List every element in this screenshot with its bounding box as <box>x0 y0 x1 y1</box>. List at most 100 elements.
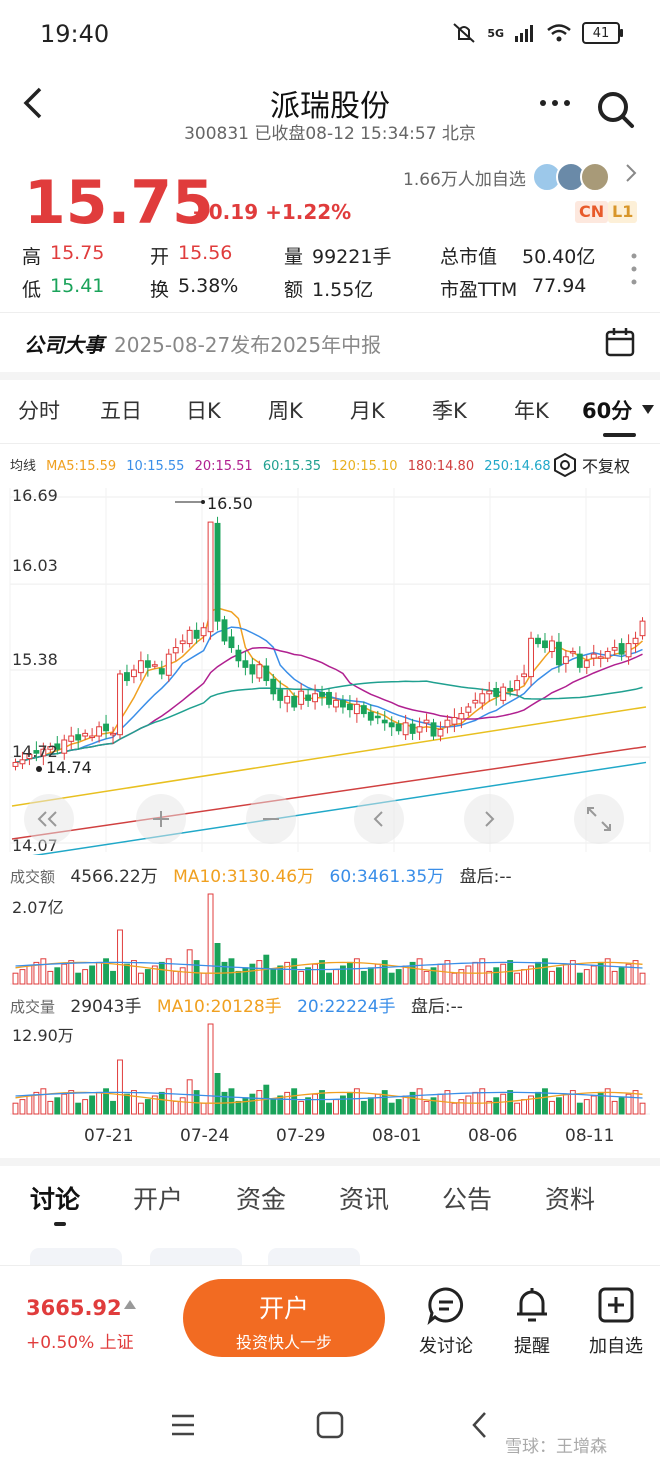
tab-zhouk[interactable]: 周K <box>268 395 303 425</box>
candle-body <box>158 668 165 675</box>
fullscreen-button[interactable] <box>574 794 624 844</box>
candle-body <box>444 719 451 728</box>
volume-bar <box>388 1102 395 1115</box>
candle-body <box>89 735 96 739</box>
volume-bar <box>61 963 68 985</box>
candle-body <box>61 739 68 754</box>
volume-bar <box>367 1097 374 1115</box>
tab-niank[interactable]: 年K <box>514 395 549 425</box>
candle-body <box>193 629 200 639</box>
menu-icon[interactable] <box>170 1413 196 1437</box>
caret-down-icon[interactable] <box>642 405 654 415</box>
candle-body <box>388 722 395 728</box>
volume-bar <box>54 967 61 985</box>
candle-body <box>200 627 207 637</box>
adjust-toggle[interactable]: 不复权 <box>552 452 630 478</box>
nav-back-icon[interactable] <box>470 1410 488 1440</box>
volume-bar <box>312 963 319 985</box>
tab-fenshi[interactable]: 分时 <box>18 395 60 425</box>
candle-body <box>249 664 256 675</box>
zoom-out-button[interactable] <box>246 794 296 844</box>
tab-underline <box>54 1222 66 1226</box>
scroll-left-button[interactable] <box>354 794 404 844</box>
remind-button[interactable]: 提醒 <box>492 1285 572 1358</box>
volume-bar <box>256 1090 263 1115</box>
tab-profile[interactable]: 资料 <box>545 1180 595 1216</box>
tab-rik[interactable]: 日K <box>186 395 221 425</box>
calendar-icon[interactable] <box>604 326 636 362</box>
low-marker-label: 14.74 <box>46 758 92 777</box>
high-value: 15.75 <box>50 242 105 264</box>
index-value[interactable]: 3665.92 <box>26 1296 122 1320</box>
period-tabs: 分时 五日 日K 周K 月K 季K 年K 60分 <box>0 395 660 435</box>
candle-body <box>402 722 409 736</box>
open-account-button[interactable]: 开户 投资快人一步 <box>183 1279 385 1357</box>
more-icon[interactable] <box>538 85 572 122</box>
search-icon[interactable] <box>596 90 636 134</box>
follower-avatars[interactable] <box>532 162 610 192</box>
tab-announcements[interactable]: 公告 <box>442 1180 492 1216</box>
tab-account[interactable]: 开户 <box>133 1180 183 1216</box>
volume-bar <box>75 1102 82 1115</box>
candle-body <box>535 637 541 645</box>
tab-wuri[interactable]: 五日 <box>100 395 142 425</box>
volume-ma20: 20:22224手 <box>297 997 396 1017</box>
tab-60min[interactable]: 60分 <box>582 395 632 425</box>
zoom-in-button[interactable] <box>136 794 186 844</box>
volume-bar <box>158 1091 165 1115</box>
volume-bar <box>465 965 472 985</box>
kline-chart[interactable] <box>0 480 660 855</box>
tab-discussion[interactable]: 讨论 <box>30 1180 80 1216</box>
candle-body <box>179 640 186 645</box>
chevron-right-icon[interactable] <box>624 162 638 190</box>
volume-bar <box>242 967 249 985</box>
discuss-button[interactable]: 发讨论 <box>406 1285 486 1358</box>
scroll-right-button[interactable] <box>464 794 514 844</box>
tab-yuek[interactable]: 月K <box>350 395 385 425</box>
section-gap <box>0 1158 660 1166</box>
candle-body <box>625 643 632 658</box>
turnover-value: 5.38% <box>178 275 239 297</box>
followers-count[interactable]: 1.66万人加自选 <box>403 165 526 190</box>
candle-body <box>117 673 123 736</box>
candle-body <box>137 660 144 674</box>
low-label: 低 <box>22 279 42 301</box>
company-event[interactable]: 公司大事 2025-08-27发布2025年中报 <box>24 329 381 358</box>
ma-legend: 均线 MA5:15.59 10:15.55 20:15.51 60:15.35 … <box>10 455 557 474</box>
up-arrow-icon <box>124 1300 136 1309</box>
volume-bar <box>618 1097 625 1115</box>
tab-funds[interactable]: 资金 <box>236 1180 286 1216</box>
volume-bar <box>590 965 597 985</box>
volume-ma-line <box>15 961 643 974</box>
candle-body <box>604 651 611 659</box>
candle-body <box>68 735 75 742</box>
candle-body <box>346 703 353 711</box>
volume-bar <box>549 1100 555 1115</box>
filter-chip[interactable] <box>150 1248 242 1266</box>
date-label: 08-11 <box>565 1126 615 1146</box>
scroll-left-fast-button[interactable] <box>24 794 74 844</box>
candle-body <box>632 637 639 645</box>
candle-body <box>339 699 346 708</box>
ma250-value: 250:14.68 <box>484 459 551 474</box>
filter-chip[interactable] <box>30 1248 122 1266</box>
tab-news[interactable]: 资讯 <box>339 1180 389 1216</box>
filter-chip[interactable] <box>268 1248 360 1266</box>
y-tick: 16.03 <box>12 556 58 575</box>
wifi-icon <box>547 24 571 42</box>
add-label: 加自选 <box>589 1336 643 1357</box>
tab-jik[interactable]: 季K <box>432 395 467 425</box>
candle-body <box>493 687 500 697</box>
volume-bar <box>61 1093 68 1115</box>
expand-dots-icon[interactable] <box>630 252 638 290</box>
volume-bar <box>89 1095 96 1115</box>
mcap-label: 总市值 <box>440 246 498 268</box>
candle-body <box>228 636 235 649</box>
amount-chart[interactable] <box>0 888 660 988</box>
add-watchlist-button[interactable]: 加自选 <box>576 1285 656 1358</box>
volume-chart[interactable] <box>0 1018 660 1118</box>
home-icon[interactable] <box>316 1411 344 1439</box>
volume-bar <box>235 1100 242 1115</box>
index-change[interactable]: +0.50% 上证 <box>26 1328 134 1353</box>
volume-bar <box>110 1100 116 1115</box>
